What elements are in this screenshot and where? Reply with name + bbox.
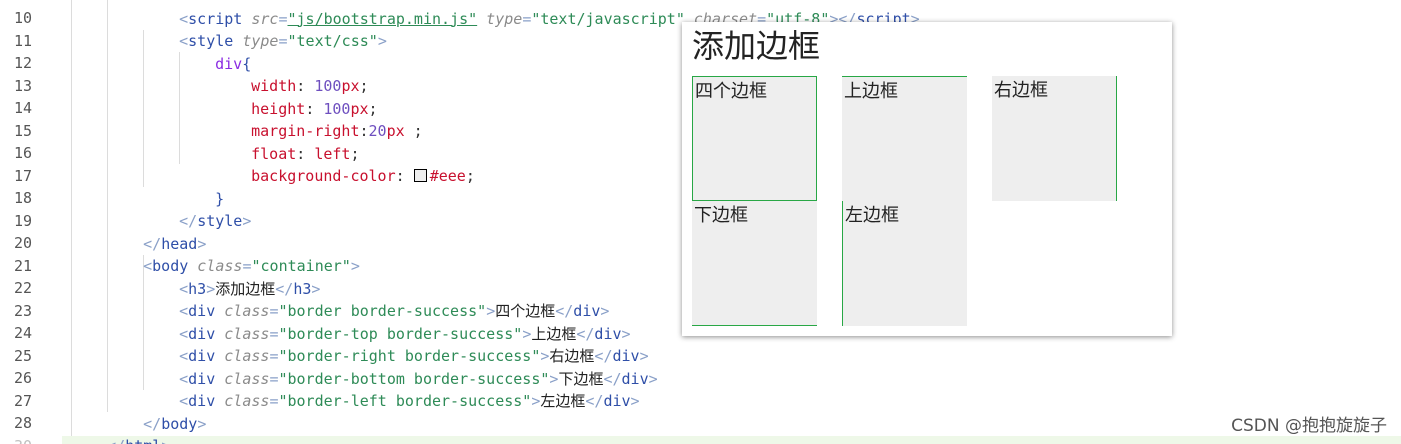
current-line-highlight <box>62 436 1401 444</box>
demo-box-label: 左边框 <box>845 205 899 226</box>
demo-box-label: 右边框 <box>994 80 1048 101</box>
code-line-22[interactable]: <div class="border border-success">四个边框<… <box>143 277 609 320</box>
line-number: 14 <box>13 99 32 117</box>
line-number: 26 <box>13 369 32 387</box>
line-number: 13 <box>13 77 32 95</box>
code-line-25[interactable]: <div class="border-bottom border-success… <box>143 345 658 388</box>
code-line-11[interactable]: div{ <box>179 30 251 73</box>
code-line-17[interactable]: } <box>179 165 224 208</box>
line-number: 17 <box>13 167 32 185</box>
color-swatch-icon[interactable] <box>413 168 427 182</box>
browser-preview: 添加边框 四个边框 上边框 右边框 下边框 左边框 <box>682 22 1172 336</box>
line-number: 19 <box>13 212 32 230</box>
code-line-21[interactable]: <h3>添加边框</h3> <box>143 255 320 298</box>
code-line-23[interactable]: <div class="border-top border-success">上… <box>143 300 630 343</box>
code-line-24[interactable]: <div class="border-right border-success"… <box>143 322 648 365</box>
code-line-16[interactable]: background-color: #eee; <box>215 142 475 185</box>
code-line-10[interactable]: <style type="text/css"> <box>143 7 387 50</box>
code-line-19[interactable]: </head> <box>107 210 206 253</box>
code-line-28[interactable]: </html> <box>71 412 170 444</box>
code-line-13[interactable]: height: 100px; <box>215 75 377 118</box>
demo-box-top-border: 上边框 <box>842 76 967 201</box>
line-number: 20 <box>13 234 32 252</box>
demo-box-label: 四个边框 <box>695 81 767 102</box>
line-number: 21 <box>13 257 32 275</box>
code-line-14[interactable]: margin-right:20px ; <box>215 97 423 140</box>
demo-box-label: 上边框 <box>844 81 898 102</box>
indent-guide <box>71 0 72 436</box>
indent-guide <box>107 0 108 412</box>
demo-box-right-border: 右边框 <box>992 76 1117 201</box>
line-number: 24 <box>13 324 32 342</box>
demo-box-all-borders: 四个边框 <box>692 76 817 201</box>
line-number: 22 <box>13 279 32 297</box>
code-line-26[interactable]: <div class="border-left border-success">… <box>143 367 639 410</box>
preview-heading: 添加边框 <box>692 27 821 65</box>
line-number: 27 <box>13 392 32 410</box>
watermark: CSDN @抱抱旋旋子 <box>1231 416 1387 436</box>
line-number: 18 <box>13 189 32 207</box>
code-editor[interactable]: 10 11 12 13 14 15 16 17 18 19 20 21 22 2… <box>0 0 1401 444</box>
code-line-20[interactable]: <body class="container"> <box>107 232 360 275</box>
line-number: 10 <box>13 9 32 27</box>
line-number: 12 <box>13 54 32 72</box>
demo-box-bottom-border: 下边框 <box>692 201 817 326</box>
code-line-12[interactable]: width: 100px; <box>215 52 368 95</box>
line-number: 28 <box>13 414 32 432</box>
line-number: 11 <box>13 32 32 50</box>
line-number: 25 <box>13 347 32 365</box>
demo-box-label: 下边框 <box>694 205 748 226</box>
demo-box-left-border: 左边框 <box>842 201 967 326</box>
line-number: 15 <box>13 122 32 140</box>
code-line-27[interactable]: </body> <box>107 390 206 433</box>
code-line-15[interactable]: float: left; <box>215 120 359 163</box>
line-number: 30 <box>0 435 32 444</box>
line-number: 23 <box>13 302 32 320</box>
code-line-18[interactable]: </style> <box>143 187 251 230</box>
line-number: 16 <box>13 144 32 162</box>
